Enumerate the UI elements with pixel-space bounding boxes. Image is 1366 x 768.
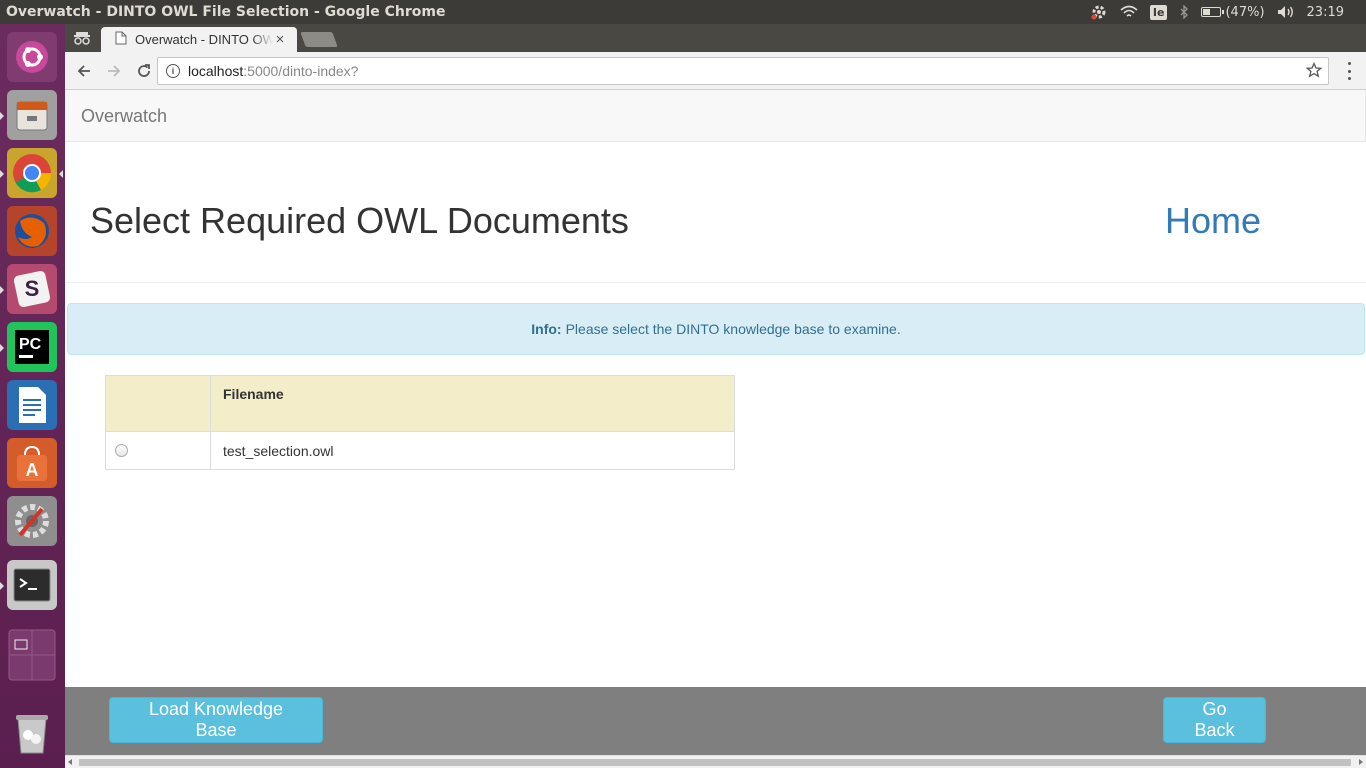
page-title: Select Required OWL Documents xyxy=(90,200,629,241)
table-row: test_selection.owl xyxy=(105,431,735,470)
top-panel: Overwatch - DINTO OWL File Selection - G… xyxy=(0,0,1366,24)
back-arrow-icon[interactable] xyxy=(71,58,97,84)
browser-toolbar: i localhost:5000/dinto-index? xyxy=(65,52,1366,90)
firefox-icon[interactable] xyxy=(7,206,57,256)
alert-label: Info: xyxy=(531,321,562,337)
files-icon[interactable] xyxy=(7,90,57,140)
address-bar[interactable]: i localhost:5000/dinto-index? xyxy=(157,57,1329,85)
filename-cell: test_selection.owl xyxy=(210,431,735,470)
horizontal-scrollbar[interactable] xyxy=(65,755,1366,768)
alert-text: Please select the DINTO knowledge base t… xyxy=(565,321,901,337)
table-header-row: Filename xyxy=(105,375,735,432)
clock[interactable]: 23:19 xyxy=(1307,5,1344,20)
close-tab-icon[interactable]: × xyxy=(273,31,287,48)
url-path: :5000/dinto-index? xyxy=(243,63,359,79)
scrollbar-thumb[interactable] xyxy=(79,759,1351,766)
trash-icon[interactable] xyxy=(7,708,57,758)
navbar: Overwatch xyxy=(65,90,1366,142)
window-title: Overwatch - DINTO OWL File Selection - G… xyxy=(6,4,446,20)
tab-strip: Overwatch - DINTO OWL File Selection × xyxy=(65,24,1366,52)
column-header-select xyxy=(105,375,211,432)
file-select-radio[interactable] xyxy=(115,444,128,457)
chrome-menu-icon[interactable] xyxy=(1341,62,1357,80)
incognito-icon xyxy=(73,30,91,46)
workspaces-icon[interactable] xyxy=(7,629,57,681)
pycharm-icon[interactable]: PC xyxy=(7,322,57,372)
page-viewport: Overwatch Select Required OWL Documents … xyxy=(65,90,1366,768)
bluetooth-icon[interactable] xyxy=(1179,5,1189,19)
forward-arrow-icon[interactable] xyxy=(101,58,127,84)
home-link[interactable]: Home xyxy=(1165,200,1261,242)
go-back-button[interactable]: Go Back xyxy=(1163,697,1266,743)
scroll-left-icon[interactable] xyxy=(68,759,72,765)
url-host: localhost xyxy=(188,63,244,79)
page-icon xyxy=(115,31,127,48)
battery-icon xyxy=(1201,7,1225,17)
navbar-brand[interactable]: Overwatch xyxy=(81,106,167,127)
system-indicators: Ie (47%) 23:19 xyxy=(1090,3,1366,21)
battery-indicator[interactable]: (47%) xyxy=(1201,4,1265,20)
svg-text:S: S xyxy=(25,276,40,301)
system-settings-icon[interactable] xyxy=(7,496,57,546)
svg-text:A: A xyxy=(26,460,39,480)
tab-active[interactable]: Overwatch - DINTO OWL File Selection × xyxy=(101,27,297,52)
writer-icon[interactable] xyxy=(7,380,57,430)
row-select-cell xyxy=(105,431,211,470)
reload-icon[interactable] xyxy=(131,58,157,84)
ubuntu-dash-icon[interactable] xyxy=(7,32,57,82)
chrome-window: Overwatch - DINTO OWL File Selection × i… xyxy=(65,24,1366,768)
keyboard-layout-indicator[interactable]: Ie xyxy=(1149,4,1168,20)
page-header: Select Required OWL Documents Home xyxy=(65,142,1366,283)
scroll-right-icon[interactable] xyxy=(1359,759,1363,765)
battery-percent: (47%) xyxy=(1225,4,1265,20)
bookmark-star-icon[interactable] xyxy=(1305,61,1323,81)
chrome-icon[interactable] xyxy=(7,148,57,198)
files-table: Filename test_selection.owl xyxy=(105,375,735,470)
new-tab-button[interactable] xyxy=(300,32,338,47)
software-center-icon[interactable]: A xyxy=(7,438,57,488)
terminal-icon[interactable] xyxy=(7,560,57,610)
info-alert: Info: Please select the DINTO knowledge … xyxy=(67,303,1365,355)
tab-title: Overwatch - DINTO OWL File Selection xyxy=(135,32,273,47)
column-header-filename: Filename xyxy=(210,375,735,432)
site-info-icon[interactable]: i xyxy=(166,64,180,78)
settings-gear-icon[interactable] xyxy=(1090,3,1108,21)
unity-launcher: S PC A xyxy=(0,24,65,768)
volume-icon[interactable] xyxy=(1277,5,1295,19)
slack-icon[interactable]: S xyxy=(7,264,57,314)
load-knowledge-base-button[interactable]: Load Knowledge Base xyxy=(109,697,323,743)
svg-text:PC: PC xyxy=(19,336,42,353)
wifi-icon[interactable] xyxy=(1120,5,1138,19)
